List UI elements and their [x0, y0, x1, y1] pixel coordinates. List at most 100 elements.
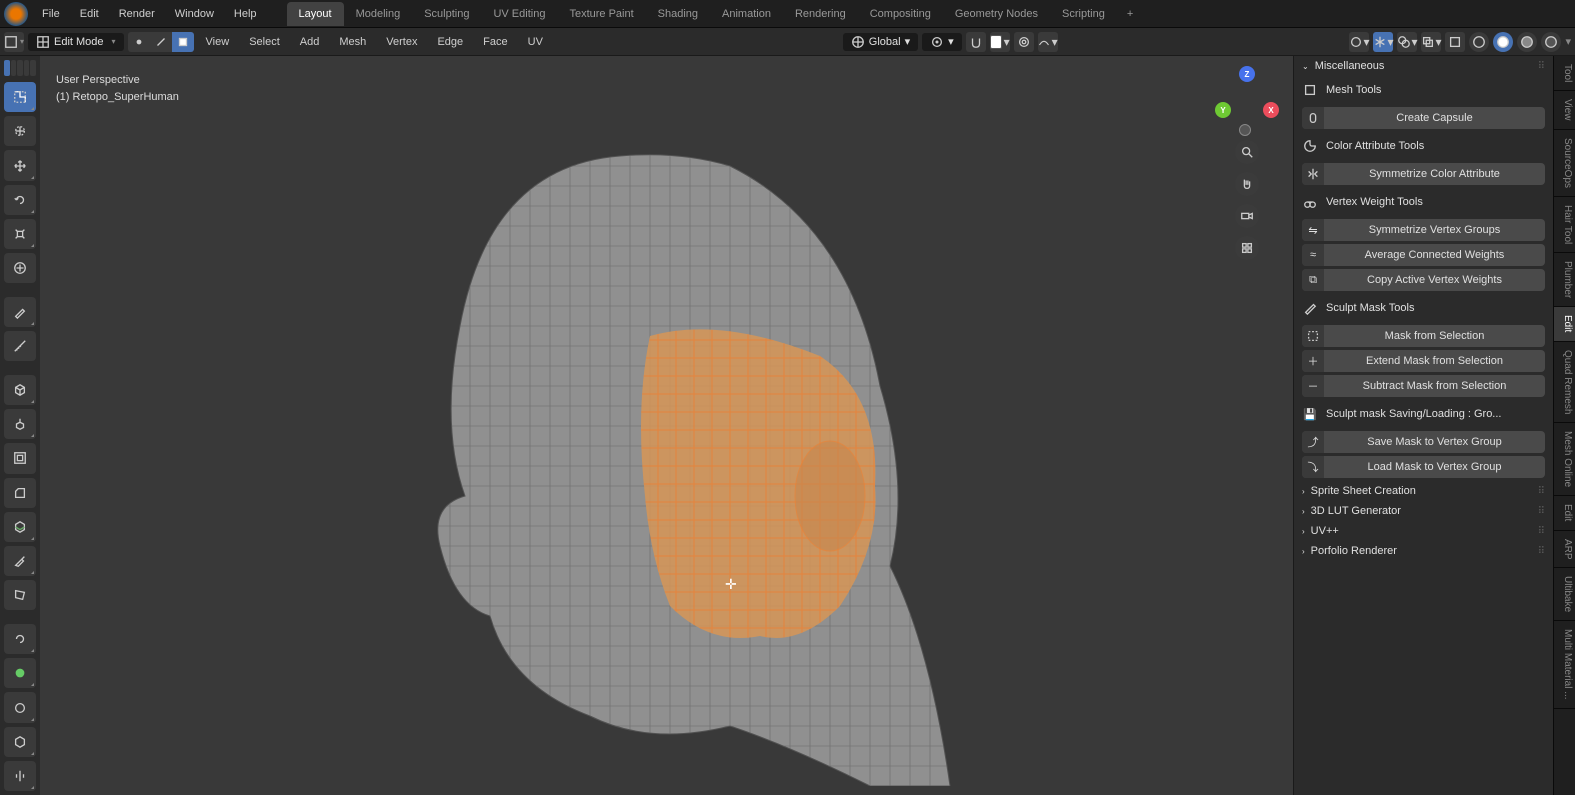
navigation-gizmo[interactable]: Z Y X	[1217, 72, 1277, 132]
xray-toggle[interactable]: ▾	[1421, 32, 1441, 52]
show-gizmo-toggle[interactable]: ▾	[1373, 32, 1393, 52]
viewport-menu-vertex[interactable]: Vertex	[378, 36, 425, 48]
menu-help[interactable]: Help	[224, 8, 267, 20]
tab-modeling[interactable]: Modeling	[344, 2, 413, 26]
toggle-shading-a[interactable]	[1445, 32, 1465, 52]
spin-tool[interactable]	[4, 624, 36, 654]
subtract-mask-button[interactable]: － Subtract Mask from Selection	[1302, 375, 1545, 397]
vtab-ultibake[interactable]: Ultibake	[1554, 568, 1575, 621]
drag-handle-icon[interactable]: ⠿	[1538, 506, 1545, 517]
viewport-menu-mesh[interactable]: Mesh	[331, 36, 374, 48]
panel-portfolio-header[interactable]: › Porfolio Renderer ⠿	[1294, 541, 1553, 561]
vtab-sourceops[interactable]: SourceOps	[1554, 130, 1575, 197]
viewport-menu-select[interactable]: Select	[241, 36, 288, 48]
zoom-gizmo[interactable]	[1235, 140, 1259, 164]
copy-weights-button[interactable]: ⧉ Copy Active Vertex Weights	[1302, 269, 1545, 291]
vtab-hairtool[interactable]: Hair Tool	[1554, 197, 1575, 253]
bevel-tool[interactable]	[4, 478, 36, 508]
shading-dropdown[interactable]: ▾	[1565, 35, 1571, 48]
average-weights-button[interactable]: ≈ Average Connected Weights	[1302, 244, 1545, 266]
drag-handle-icon[interactable]: ⠿	[1538, 486, 1545, 497]
loop-cut-tool[interactable]	[4, 512, 36, 542]
pan-gizmo[interactable]	[1235, 172, 1259, 196]
vtab-plumber[interactable]: Plumber	[1554, 253, 1575, 307]
add-cube-tool[interactable]	[4, 375, 36, 405]
edge-select-mode[interactable]	[150, 32, 172, 52]
axis-y[interactable]: Y	[1215, 102, 1231, 118]
overlays-toggle[interactable]: ▾	[1397, 32, 1417, 52]
symmetrize-vertex-groups-button[interactable]: ⇋ Symmetrize Vertex Groups	[1302, 219, 1545, 241]
cursor-tool[interactable]	[4, 116, 36, 146]
tab-scripting[interactable]: Scripting	[1050, 2, 1117, 26]
mask-from-selection-button[interactable]: Mask from Selection	[1302, 325, 1545, 347]
tab-layout[interactable]: Layout	[287, 2, 344, 26]
blender-logo-icon[interactable]	[4, 2, 28, 26]
tab-shading[interactable]: Shading	[646, 2, 710, 26]
drag-handle-icon[interactable]: ⠿	[1538, 61, 1545, 72]
add-workspace-button[interactable]: +	[1117, 2, 1143, 26]
drag-handle-icon[interactable]: ⠿	[1538, 526, 1545, 537]
axis-x[interactable]: X	[1263, 102, 1279, 118]
rip-region-tool[interactable]	[4, 761, 36, 791]
knife-tool[interactable]	[4, 546, 36, 576]
vtab-arp[interactable]: ARP	[1554, 531, 1575, 569]
axis-z[interactable]: Z	[1239, 66, 1255, 82]
tab-animation[interactable]: Animation	[710, 2, 783, 26]
proportional-edit[interactable]	[1014, 32, 1034, 52]
panel-lut-generator-header[interactable]: › 3D LUT Generator ⠿	[1294, 501, 1553, 521]
extrude-tool[interactable]	[4, 409, 36, 439]
proportional-falloff[interactable]: ▾	[1038, 32, 1058, 52]
poly-build-tool[interactable]	[4, 580, 36, 610]
shrink-fatten-tool[interactable]	[4, 727, 36, 757]
vtab-view[interactable]: View	[1554, 91, 1575, 130]
tab-texture-paint[interactable]: Texture Paint	[557, 2, 645, 26]
vtab-multimaterial[interactable]: Multi Material ...	[1554, 621, 1575, 709]
viewport-3d[interactable]: User Perspective (1) Retopo_SuperHuman	[40, 56, 1293, 795]
rendered-shading[interactable]	[1541, 32, 1561, 52]
viewport-menu-uv[interactable]: UV	[520, 36, 551, 48]
pivot-selector[interactable]: ▾	[922, 33, 962, 51]
annotate-tool[interactable]	[4, 297, 36, 327]
face-select-mode[interactable]	[172, 32, 194, 52]
select-intersect[interactable]	[30, 60, 36, 76]
toggle-ortho-gizmo[interactable]	[1235, 236, 1259, 260]
viewport-menu-edge[interactable]: Edge	[429, 36, 471, 48]
symmetrize-color-button[interactable]: Symmetrize Color Attribute	[1302, 163, 1545, 185]
select-extend[interactable]	[11, 60, 17, 76]
tab-sculpting[interactable]: Sculpting	[412, 2, 481, 26]
menu-edit[interactable]: Edit	[70, 8, 109, 20]
viewport-menu-view[interactable]: View	[198, 36, 238, 48]
vtab-edit[interactable]: Edit	[1554, 307, 1575, 341]
vertex-select-mode[interactable]	[128, 32, 150, 52]
menu-render[interactable]: Render	[109, 8, 165, 20]
create-capsule-button[interactable]: Create Capsule	[1302, 107, 1545, 129]
inset-faces-tool[interactable]	[4, 443, 36, 473]
viewport-menu-face[interactable]: Face	[475, 36, 515, 48]
viewport-menu-add[interactable]: Add	[292, 36, 328, 48]
wireframe-shading[interactable]	[1469, 32, 1489, 52]
mode-selector[interactable]: Edit Mode ▾	[28, 33, 124, 51]
vtab-edit2[interactable]: Edit	[1554, 496, 1575, 530]
tab-compositing[interactable]: Compositing	[858, 2, 943, 26]
transform-tool[interactable]	[4, 253, 36, 283]
tab-geometry-nodes[interactable]: Geometry Nodes	[943, 2, 1050, 26]
select-new[interactable]	[4, 60, 10, 76]
camera-view-gizmo[interactable]	[1235, 204, 1259, 228]
load-mask-button[interactable]: ⤵ Load Mask to Vertex Group	[1302, 456, 1545, 478]
snap-element[interactable]: ▾	[990, 32, 1010, 52]
vtab-meshonline[interactable]: Mesh Online	[1554, 423, 1575, 496]
drag-handle-icon[interactable]: ⠿	[1538, 546, 1545, 557]
vtab-tool[interactable]: Tool	[1554, 56, 1575, 91]
panel-sprite-sheet-header[interactable]: › Sprite Sheet Creation ⠿	[1294, 481, 1553, 501]
smooth-tool[interactable]	[4, 658, 36, 688]
tab-rendering[interactable]: Rendering	[783, 2, 858, 26]
panel-miscellaneous-header[interactable]: ⌄ Miscellaneous ⠿	[1294, 56, 1553, 76]
edge-slide-tool[interactable]	[4, 692, 36, 722]
scale-tool[interactable]	[4, 219, 36, 249]
extend-mask-button[interactable]: ＋ Extend Mask from Selection	[1302, 350, 1545, 372]
editor-type-icon[interactable]: ▾	[4, 32, 24, 52]
save-mask-button[interactable]: ⤴ Save Mask to Vertex Group	[1302, 431, 1545, 453]
menu-file[interactable]: File	[32, 8, 70, 20]
orientation-selector[interactable]: Global ▾	[843, 33, 918, 51]
select-subtract[interactable]	[17, 60, 23, 76]
